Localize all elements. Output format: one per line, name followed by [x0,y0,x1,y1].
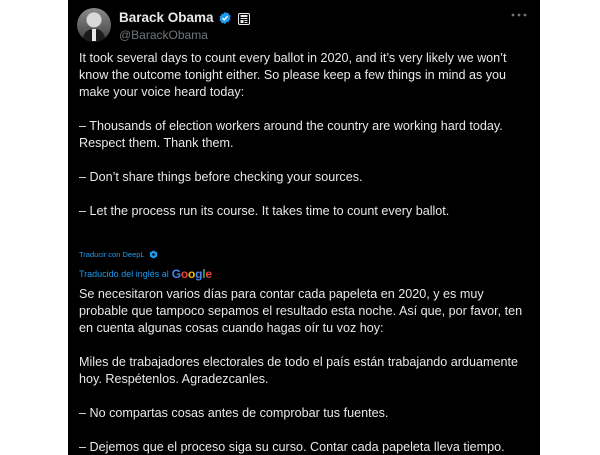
name-row: Barack Obama [119,10,250,25]
tweet-paragraph: – Let the process run its course. It tak… [79,204,450,218]
translated-label: Traducido del inglés al [79,269,169,279]
more-options-icon[interactable] [508,8,530,22]
tweet-translated-text: Se necesitaron varios días para contar c… [79,286,534,455]
verified-badge-icon [218,11,232,25]
tweet-paragraph: – Don’t share things before checking you… [79,170,363,184]
google-logo: Google [171,267,212,281]
tweet-card: Barack Obama @BarackObama It took severa… [68,0,540,455]
deepl-translate-link[interactable]: Traducir con DeepL [79,250,158,259]
author-name[interactable]: Barack Obama [119,10,214,25]
tweet-paragraph: It took several days to count every ball… [79,51,507,99]
tweet-original-text: It took several days to count every ball… [79,50,534,220]
deepl-icon [149,250,158,259]
translation-attribution[interactable]: Traducido del inglés al Google [79,267,212,281]
translation-paragraph: – No compartas cosas antes de comprobar … [79,406,389,420]
translation-paragraph: Miles de trabajadores electorales de tod… [79,355,518,386]
avatar[interactable] [77,8,111,42]
tweet-header: Barack Obama @BarackObama [68,0,540,48]
deepl-link-label: Traducir con DeepL [79,250,145,259]
translation-paragraph: – Dejemos que el proceso siga su curso. … [79,440,505,454]
author-handle[interactable]: @BarackObama [119,28,208,42]
translation-paragraph: Se necesitaron varios días para contar c… [79,287,523,335]
avatar-shirt [92,29,96,41]
tweet-paragraph: – Thousands of election workers around t… [79,119,503,150]
official-account-icon [237,12,250,25]
